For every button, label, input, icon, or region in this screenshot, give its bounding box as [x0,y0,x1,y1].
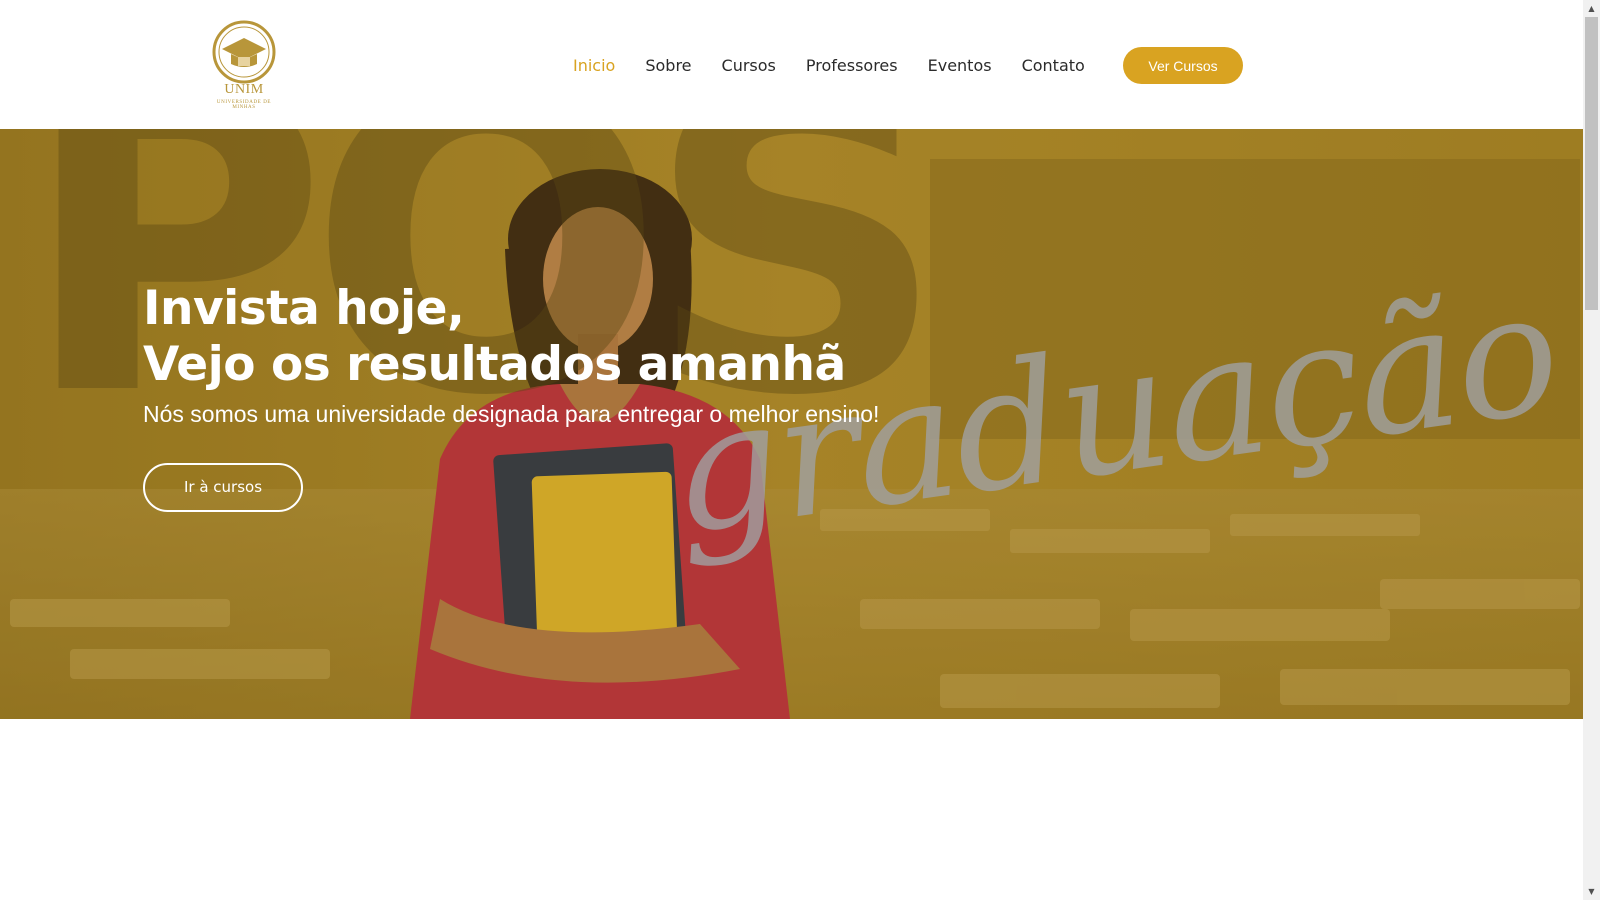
vertical-scrollbar[interactable]: ▲ ▼ [1583,0,1600,900]
hero-title-line1: Invista hoje, [143,281,465,336]
arrow-down-icon[interactable]: ▼ [1583,883,1600,900]
nav-item-sobre[interactable]: Sobre [645,56,691,75]
hero-subtitle: Nós somos uma universidade designada par… [143,401,880,427]
site-logo[interactable]: UNIM UNIVERSIDADE DE MINHAS [208,20,280,112]
hero-title: Invista hoje, Vejo os resultados amanhã [143,281,846,393]
logo-name: UNIM [224,82,264,97]
nav-item-cursos[interactable]: Cursos [722,56,776,75]
ir-a-cursos-button[interactable]: Ir à cursos [143,463,303,512]
main-nav: Inicio Sobre Cursos Professores Eventos … [573,53,1085,77]
nav-item-contato[interactable]: Contato [1022,56,1085,75]
nav-item-professores[interactable]: Professores [806,56,898,75]
graduation-cap-icon [212,20,276,84]
page: UNIM UNIVERSIDADE DE MINHAS Inicio Sobre… [0,0,1583,900]
logo-subtitle: UNIVERSIDADE DE MINHAS [216,100,272,110]
hero-banner: PÓS graduação Invista hoje, Vejo os resu… [0,129,1583,719]
ver-cursos-button[interactable]: Ver Cursos [1123,47,1243,84]
site-header: UNIM UNIVERSIDADE DE MINHAS Inicio Sobre… [0,0,1583,129]
scrollbar-thumb[interactable] [1585,17,1598,310]
hero-title-line2: Vejo os resultados amanhã [143,337,846,392]
arrow-up-icon[interactable]: ▲ [1583,0,1600,17]
nav-item-inicio[interactable]: Inicio [573,56,615,75]
nav-item-eventos[interactable]: Eventos [928,56,992,75]
